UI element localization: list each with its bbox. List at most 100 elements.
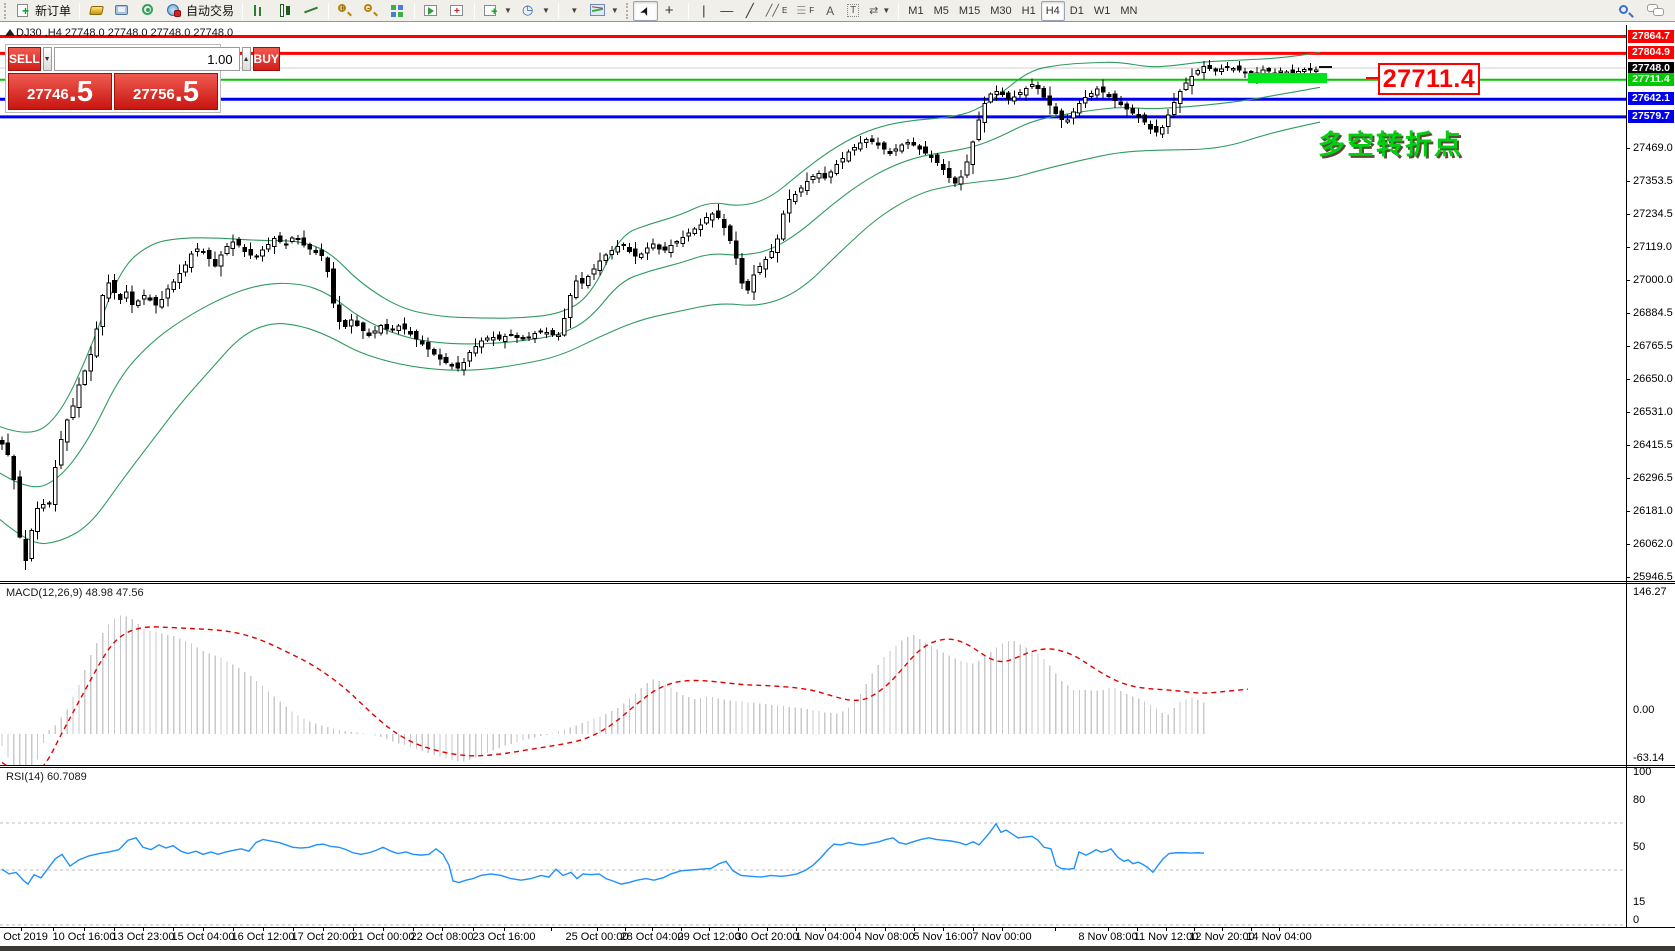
arrows-tool-button[interactable]: ⇄ ▼ <box>865 1 894 21</box>
horizontal-line-tool-button[interactable]: — <box>716 1 738 21</box>
price-tick-label: 26765.5 <box>1633 340 1673 353</box>
price-tick-mark <box>1626 478 1630 480</box>
timeframe-w1-button[interactable]: W1 <box>1089 1 1116 21</box>
main-chart-canvas[interactable] <box>0 25 1626 581</box>
timeframe-mn-button[interactable]: MN <box>1115 1 1142 21</box>
price-tick-mark <box>1626 246 1630 248</box>
cursor-tool-button[interactable]: ➤ <box>632 0 658 21</box>
time-tick-mark <box>84 927 85 931</box>
rsi-line <box>1 822 1205 886</box>
price-tick-mark <box>1626 378 1630 380</box>
bollinger-lower[interactable] <box>0 121 1321 545</box>
timeframe-m1-button[interactable]: M1 <box>903 1 928 21</box>
price-tick-label: 27353.5 <box>1633 174 1673 187</box>
toolbar-grip[interactable] <box>625 2 630 19</box>
pane-separator[interactable] <box>0 765 1675 766</box>
data-window-button[interactable]: + <box>445 1 470 21</box>
search-button[interactable] <box>1614 1 1637 21</box>
price-tick-mark <box>1626 444 1630 446</box>
price-tick-label: 26650.0 <box>1633 372 1673 385</box>
time-tick-mark <box>1222 927 1223 931</box>
timeframe-h4-button[interactable]: H4 <box>1040 0 1065 21</box>
autotrading-button[interactable]: 自动交易 <box>162 1 238 21</box>
periods-button[interactable]: ◷ ▼ <box>517 1 554 21</box>
time-label: 5 Nov 16:00 <box>913 931 973 943</box>
bollinger-middle[interactable] <box>0 86 1321 488</box>
chevron-down-icon: ▼ <box>570 6 579 15</box>
strategy-tester-button[interactable] <box>419 1 444 21</box>
price-tick-label: 27000.0 <box>1633 274 1673 287</box>
price-level-badge: 27642.1 <box>1628 92 1674 106</box>
time-tick-mark <box>550 927 552 931</box>
price-tick-mark <box>1626 346 1630 348</box>
rsi-scale-label: 100 <box>1633 766 1652 778</box>
volume-input[interactable] <box>53 47 240 71</box>
chat-button[interactable] <box>1643 1 1669 21</box>
turning-point-annotation[interactable]: 多空转折点 <box>1318 123 1463 162</box>
time-tick-mark <box>263 927 264 931</box>
tile-windows-button[interactable] <box>385 1 410 21</box>
text-label-tool-button[interactable]: T <box>842 1 864 21</box>
timeframe-group: M1 M5 M15 M30 H1 H4 D1 W1 MN <box>903 0 1142 21</box>
volume-decrease-button[interactable]: ▼ <box>42 47 52 71</box>
new-order-button[interactable]: + 新订单 <box>11 1 75 21</box>
crosshair-tool-button[interactable]: + <box>659 1 684 21</box>
timeframe-m15-button[interactable]: M15 <box>954 1 985 21</box>
timeframe-d1-button[interactable]: D1 <box>1065 1 1089 21</box>
price-tick-label: 26296.5 <box>1633 472 1673 485</box>
time-tick-mark <box>1108 927 1109 931</box>
rsi-pane-canvas[interactable] <box>0 767 1626 927</box>
volume-increase-button[interactable]: ▲ <box>241 47 251 71</box>
terminal-button[interactable] <box>110 1 135 21</box>
chat-icon <box>1647 4 1665 18</box>
signals-button[interactable] <box>136 1 161 21</box>
radar-icon <box>140 3 157 18</box>
price-callout-label[interactable]: 27711.4 <box>1378 63 1480 95</box>
price-tick-mark <box>1626 180 1630 182</box>
pane-separator[interactable] <box>0 583 1675 584</box>
monitor-icon <box>114 3 131 18</box>
timeframe-m30-button[interactable]: M30 <box>985 1 1016 21</box>
trendline-tool-button[interactable]: ╱ <box>739 1 761 21</box>
channel-tool-button[interactable]: ╱╱ E <box>762 1 792 21</box>
pane-separator[interactable] <box>0 767 1675 768</box>
vertical-line-tool-button[interactable]: | <box>693 1 715 21</box>
chart-shift-button[interactable]: ▼ <box>586 1 623 21</box>
buy-price-button[interactable]: 27756.5 <box>114 73 218 110</box>
time-axis-border <box>0 927 1675 928</box>
chevron-down-icon: ▼ <box>882 6 891 15</box>
buy-button[interactable]: BUY <box>252 47 280 71</box>
chart-template-icon <box>589 3 607 18</box>
macd-pane-canvas[interactable] <box>0 583 1626 765</box>
timeframe-m5-button[interactable]: M5 <box>929 1 954 21</box>
toolbar-grip[interactable] <box>4 2 8 19</box>
fibonacci-tool-button[interactable]: ☰ F <box>792 1 818 21</box>
new-order-icon: + <box>15 3 32 18</box>
price-tick-mark <box>1626 544 1630 546</box>
callout-tick <box>1366 77 1378 79</box>
tile-windows-icon <box>389 3 406 18</box>
bar-chart-mode-button[interactable] <box>247 1 272 21</box>
price-level-badge: 27579.7 <box>1628 109 1674 123</box>
price-tick-label: 26884.5 <box>1633 306 1673 319</box>
candle-chart-mode-button[interactable] <box>273 1 298 21</box>
sell-price-button[interactable]: 27746.5 <box>8 73 112 110</box>
last-price-marker <box>1319 66 1332 68</box>
zoom-in-button[interactable]: + <box>333 1 358 21</box>
add-indicator-button[interactable]: + ▼ <box>479 1 516 21</box>
sell-button[interactable]: SELL <box>8 47 41 71</box>
templates-button[interactable]: ▼ <box>563 1 585 21</box>
pane-separator[interactable] <box>0 581 1675 582</box>
market-watch-button[interactable] <box>84 1 109 21</box>
zoom-out-button[interactable]: - <box>359 1 384 21</box>
collapse-arrow-icon[interactable] <box>5 29 15 36</box>
time-tick-mark <box>1002 927 1003 931</box>
support-zone-highlight[interactable] <box>1248 73 1327 83</box>
text-tool-button[interactable]: A <box>819 1 841 21</box>
time-label: 21 Oct 00:00 <box>351 931 415 943</box>
line-chart-mode-button[interactable] <box>299 1 324 21</box>
timeframe-h1-button[interactable]: H1 <box>1017 1 1041 21</box>
one-click-trading-panel: SELL ▼ ▲ BUY 27746.5 27756.5 <box>5 44 280 113</box>
rsi-label: RSI(14) 60.7089 <box>6 771 87 783</box>
time-tick-mark <box>1055 927 1056 931</box>
